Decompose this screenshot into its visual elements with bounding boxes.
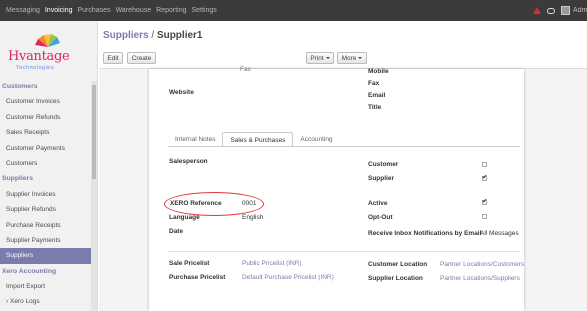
sidebar-item-supplier-refunds[interactable]: Supplier Refunds [0,202,91,217]
menu-settings[interactable]: Settings [191,7,216,14]
tab-divider [168,146,520,147]
salesperson-label: Salesperson [169,158,208,165]
supplier-location-link[interactable]: Partner Locations/Suppliers [440,275,520,282]
sidebar-header-customers[interactable]: Customers [0,79,91,94]
sidebar-item-import-export[interactable]: Import Export [0,279,91,294]
xero-reference-value[interactable]: 0001 [242,200,256,207]
language-value[interactable]: English [242,214,263,221]
print-button[interactable]: Print [306,52,334,64]
sidebar-nav: Customers Customer Invoices Customer Ref… [0,79,91,310]
customer-location-link[interactable]: Partner Locations/Customers [440,261,524,268]
sidebar-item-customer-refunds[interactable]: Customer Refunds [0,110,91,125]
breadcrumb: Suppliers / Supplier1 [103,30,203,41]
sale-pricelist-link[interactable]: Public Pricelist (INR) [242,260,302,267]
customer-location-label: Customer Location [368,261,428,268]
supplier-label: Supplier [368,175,395,182]
section-divider [168,251,520,252]
caret-down-icon [325,57,330,60]
fax-label-left: Fax [240,66,251,73]
menu-invoicing[interactable]: Invoicing [45,7,73,14]
caret-down-icon [358,57,363,60]
purchase-pricelist-link[interactable]: Default Purchase Pricelist (INR) [242,274,334,281]
checkmark-icon: ✔ [482,174,488,181]
sidebar-header-xero-accounting[interactable]: Xero Accounting [0,264,91,279]
menu-purchases[interactable]: Purchases [78,7,111,14]
checkmark-icon: ✔ [482,198,488,205]
breadcrumb-current: Supplier1 [156,30,203,41]
sidebar-item-suppliers[interactable]: Suppliers [0,248,91,264]
sidebar-scroll-thumb[interactable] [92,85,96,179]
create-button[interactable]: Create [127,52,156,64]
website-label: Website [169,89,194,96]
mobile-label: Mobile [368,68,389,75]
sidebar-item-customers[interactable]: Customers [0,156,91,171]
customer-checkbox[interactable] [482,162,487,167]
sidebar-header-suppliers[interactable]: Suppliers [0,171,91,186]
opt-out-label: Opt-Out [368,214,393,221]
tab-accounting[interactable]: Accounting [293,132,339,147]
sidebar-item-xero-logs[interactable]: › Xero Logs [0,294,91,309]
sidebar-item-supplier-invoices[interactable]: Supplier Invoices [0,187,91,202]
supplier-location-label: Supplier Location [368,275,423,282]
edit-button[interactable]: Edit [103,52,123,64]
avatar[interactable] [561,6,570,15]
breadcrumb-parent[interactable]: Suppliers [103,30,149,41]
top-icons: Admi [533,0,587,21]
date-label: Date [169,228,184,235]
xero-reference-label: XERO Reference [170,200,222,207]
warning-icon[interactable] [533,7,541,14]
menu-warehouse[interactable]: Warehouse [116,7,152,14]
purchase-pricelist-label: Purchase Pricelist [169,274,226,281]
top-menu: Messaging Invoicing Purchases Warehouse … [6,0,222,21]
more-button[interactable]: More [337,52,367,64]
breadcrumb-separator: / [151,30,155,41]
chat-icon[interactable] [547,7,555,14]
menu-messaging[interactable]: Messaging [6,7,40,14]
more-label: More [341,55,357,62]
form-tabs: Internal Notes Sales & Purchases Account… [168,132,340,147]
sidebar: Hvantage Technologies Customers Customer… [0,21,98,311]
sidebar-item-supplier-payments[interactable]: Supplier Payments [0,233,91,248]
user-menu[interactable]: Admi [573,7,587,14]
title-label: Title [368,104,382,111]
logo-name: Hvantage [8,49,70,64]
tab-internal-notes[interactable]: Internal Notes [168,132,222,147]
sidebar-item-purchase-receipts[interactable]: Purchase Receipts [0,218,91,233]
fax-label: Fax [368,80,380,87]
sidebar-item-label: Xero Logs [9,298,40,306]
top-bar: Messaging Invoicing Purchases Warehouse … [0,0,587,21]
opt-out-checkbox[interactable] [482,214,487,219]
customer-label: Customer [368,161,399,168]
logo-tagline: Technologies [16,65,55,71]
language-label: Language [169,214,200,221]
menu-reporting[interactable]: Reporting [156,7,186,14]
sidebar-item-customer-payments[interactable]: Customer Payments [0,141,91,156]
receive-inbox-label: Receive Inbox Notifications by Email [368,230,482,237]
tab-sales-purchases[interactable]: Sales & Purchases [222,132,294,147]
sale-pricelist-label: Sale Pricelist [169,260,210,267]
active-label: Active [368,200,388,207]
print-label: Print [310,55,324,62]
chevron-right-icon: › [6,298,9,306]
sidebar-item-sales-receipts[interactable]: Sales Receipts [0,125,91,140]
email-label: Email [368,92,386,99]
receive-inbox-value[interactable]: All Messages [480,230,519,237]
sidebar-item-customer-invoices[interactable]: Customer Invoices [0,94,91,109]
